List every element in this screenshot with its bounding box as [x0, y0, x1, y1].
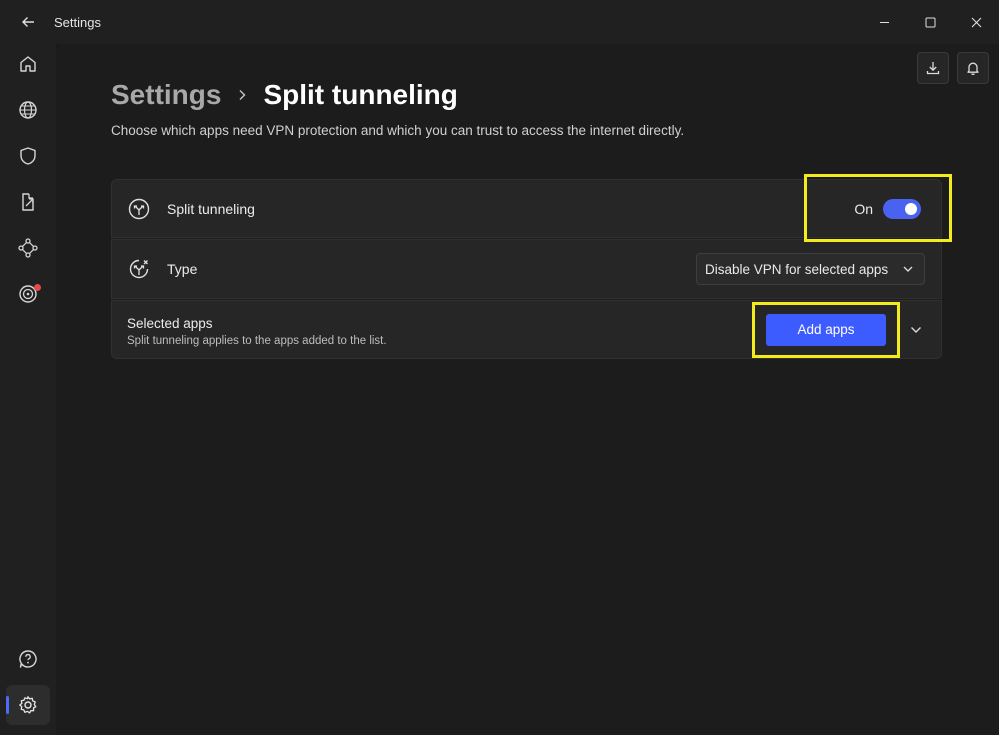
notification-dot: [34, 284, 41, 291]
type-split-icon: [128, 258, 150, 280]
close-icon: [971, 17, 981, 27]
bell-icon: [967, 62, 979, 75]
maximize-button[interactable]: [907, 0, 953, 44]
nav-threat-protection[interactable]: [6, 274, 50, 314]
type-row: Type Disable VPN for selected apps: [111, 239, 942, 299]
breadcrumb: Settings Split tunneling: [111, 78, 458, 112]
type-label: Type: [167, 261, 198, 277]
selected-apps-title: Selected apps: [127, 316, 213, 331]
shield-icon: [20, 147, 36, 165]
nav-meshnet[interactable]: [6, 228, 50, 268]
file-export-icon: [22, 193, 34, 211]
settings-gear-icon: [19, 696, 37, 714]
maximize-icon: [925, 17, 935, 27]
nav-protection[interactable]: [6, 136, 50, 176]
selected-apps-description: Split tunneling applies to the apps adde…: [127, 335, 387, 347]
back-button[interactable]: [0, 0, 56, 44]
globe-icon: [19, 101, 37, 119]
split-tunneling-row: Split tunneling On: [111, 179, 942, 238]
download-button[interactable]: [917, 52, 949, 84]
nav-servers[interactable]: [6, 90, 50, 130]
breadcrumb-parent[interactable]: Settings: [111, 79, 221, 111]
page-description: Choose which apps need VPN protection an…: [111, 123, 685, 138]
nav-file-share[interactable]: [6, 182, 50, 222]
type-selected-value: Disable VPN for selected apps: [705, 261, 889, 277]
split-tunneling-toggle-area[interactable]: On: [854, 198, 921, 219]
nav-settings[interactable]: [6, 685, 50, 725]
split-arrows-icon: [128, 198, 150, 220]
home-icon: [20, 56, 36, 72]
toggle-knob: [905, 202, 917, 215]
add-apps-button[interactable]: Add apps: [766, 313, 886, 346]
active-nav-indicator: [6, 696, 9, 714]
toggle-state-text: On: [854, 200, 873, 217]
chevron-down-icon: [903, 266, 913, 272]
split-tunneling-toggle[interactable]: [883, 198, 921, 219]
page-title: Split tunneling: [263, 79, 458, 110]
sidebar: [0, 44, 56, 735]
type-dropdown[interactable]: Disable VPN for selected apps: [696, 253, 925, 285]
window-title: Settings: [54, 14, 101, 30]
help-icon: [19, 650, 37, 668]
back-arrow-icon: [22, 17, 34, 27]
chevron-right-icon: [237, 88, 247, 102]
mesh-network-icon: [18, 238, 38, 258]
split-tunneling-label: Split tunneling: [167, 200, 255, 217]
minimize-icon: [879, 21, 889, 23]
nav-help[interactable]: [6, 639, 50, 679]
top-actions: [917, 52, 989, 84]
title-bar: Settings: [0, 0, 999, 44]
notifications-button[interactable]: [957, 52, 989, 84]
nav-home[interactable]: [6, 44, 50, 84]
settings-card-group: Split tunneling On Type Disable VPN for …: [111, 179, 942, 359]
close-button[interactable]: [953, 0, 999, 44]
expand-chevron-icon[interactable]: [909, 323, 923, 337]
main-content: Settings Split tunneling Choose which ap…: [56, 44, 999, 735]
selected-apps-row: Selected apps Split tunneling applies to…: [111, 300, 942, 359]
download-icon: [926, 62, 940, 75]
minimize-button[interactable]: [861, 0, 907, 44]
window-controls: [861, 0, 999, 44]
